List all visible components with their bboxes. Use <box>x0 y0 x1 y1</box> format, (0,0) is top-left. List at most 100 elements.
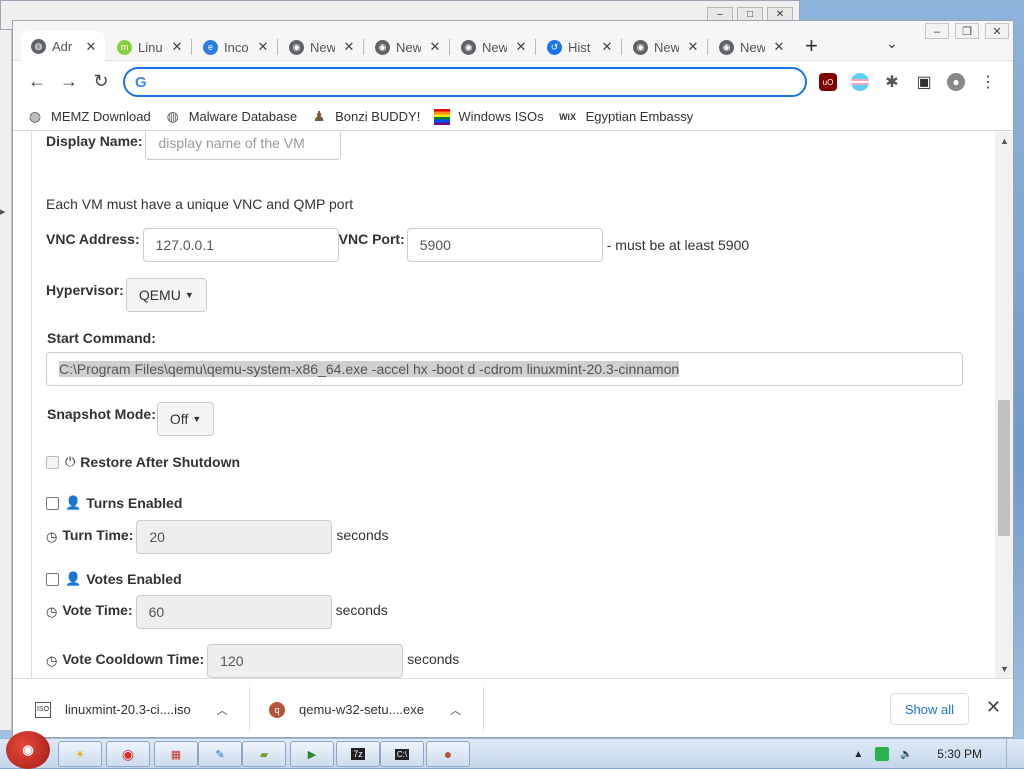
votes-enabled-checkbox[interactable] <box>46 572 59 586</box>
clock-icon: ◷ <box>46 604 58 619</box>
reload-icon[interactable]: ↻ <box>89 71 113 92</box>
hypervisor-dropdown[interactable]: QEMU ▼ <box>125 278 207 312</box>
chevron-up-icon[interactable]: ︿ <box>217 702 228 718</box>
taskbar-7zip[interactable]: 7z <box>336 741 380 767</box>
close-icon[interactable]: ✕ <box>985 23 1009 39</box>
hypervisor-value: QEMU <box>138 287 181 303</box>
clock[interactable]: 5:30 PM <box>923 747 996 761</box>
tab-label: New <box>654 39 679 55</box>
vnc-address-input[interactable]: 127.0.0.1 <box>142 228 339 262</box>
close-icon[interactable]: ✕ <box>986 697 1001 718</box>
tab-2[interactable]: e Inco ✕ <box>193 33 277 61</box>
address-input[interactable] <box>156 73 805 91</box>
back-arrow-icon[interactable]: ← <box>25 71 49 92</box>
taskbar-cmd[interactable]: C:\ <box>380 741 424 767</box>
bookmark-malware-database[interactable]: ◍ Malware Database <box>165 108 298 125</box>
close-icon[interactable]: ✕ <box>771 39 787 55</box>
close-icon[interactable]: ✕ <box>169 39 185 55</box>
vnc-port-hint: - must be at least 5900 <box>606 237 750 253</box>
tab-8[interactable]: ◉ New ✕ <box>709 33 793 61</box>
bookmark-memz[interactable]: ◍ MEMZ Download <box>27 108 151 125</box>
display-name-input[interactable]: display name of the VM <box>145 132 342 160</box>
snapshot-mode-value: Off <box>169 411 189 427</box>
taskbar-chrome[interactable]: ◉ <box>106 741 150 767</box>
snapshot-mode-dropdown[interactable]: Off ▼ <box>156 402 215 436</box>
rainbow-flag-icon <box>434 108 451 125</box>
close-icon[interactable]: ✕ <box>255 39 271 55</box>
scroll-thumb[interactable] <box>998 400 1010 536</box>
restore-icon[interactable]: ❐ <box>955 23 979 39</box>
clock-icon: ◷ <box>46 529 58 544</box>
new-tab-button[interactable]: + <box>805 35 818 57</box>
scroll-up-icon[interactable]: ▲ <box>1000 136 1009 146</box>
show-all-downloads-button[interactable]: Show all <box>889 693 969 725</box>
minimize-icon[interactable]: – <box>925 23 949 39</box>
close-icon[interactable]: ✕ <box>685 39 701 55</box>
bookmarks-bar: ◍ MEMZ Download ◍ Malware Database ♟ Bon… <box>13 103 1013 131</box>
close-icon[interactable]: ✕ <box>83 39 99 55</box>
ublock-icon[interactable]: uO <box>819 73 837 91</box>
tab-7[interactable]: ◉ New ✕ <box>623 33 707 61</box>
forward-arrow-icon[interactable]: → <box>57 71 81 92</box>
caret-down-icon: ▼ <box>192 414 202 424</box>
taskbar-qemu[interactable]: ● <box>426 741 470 767</box>
chevron-up-icon[interactable]: ▲ <box>851 747 865 761</box>
start-command-input[interactable]: C:\Program Files\qemu\qemu-system-x86_64… <box>46 352 963 386</box>
globe-icon: ◍ <box>28 108 42 124</box>
scroll-down-icon[interactable]: ▼ <box>1000 664 1009 674</box>
mint-icon: m <box>117 39 132 55</box>
bookmark-bonzi-buddy[interactable]: ♟ Bonzi BUDDY! <box>311 108 421 125</box>
bookmark-label: Egyptian Embassy <box>585 109 694 124</box>
display-name-label: Display Name: <box>46 133 143 149</box>
taskbar-app[interactable]: ▰ <box>242 741 286 767</box>
battery-icon[interactable] <box>875 747 890 761</box>
download-item[interactable]: ISO linuxmint-20.3-ci....iso ︿ <box>13 679 228 737</box>
side-panel-icon[interactable]: ▣ <box>915 73 933 91</box>
close-icon[interactable]: ✕ <box>341 39 357 55</box>
flag-extension-icon[interactable] <box>851 73 869 91</box>
download-item[interactable]: q qemu-w32-setu....exe ︿ <box>247 679 461 737</box>
bookmark-egyptian-embassy[interactable]: WiX Egyptian Embassy <box>558 109 694 125</box>
taskbar-explorer[interactable]: ☀ <box>58 741 102 767</box>
turns-enabled-checkbox[interactable] <box>46 496 59 510</box>
close-icon[interactable]: ✕ <box>513 39 529 55</box>
start-button[interactable]: ◉ <box>6 731 50 769</box>
turn-time-input[interactable]: 20 <box>136 520 333 554</box>
tab-6[interactable]: ↺ Hist ✕ <box>537 33 621 61</box>
tab-1[interactable]: m Linu ✕ <box>107 33 191 61</box>
close-icon[interactable]: ✕ <box>599 39 615 55</box>
vote-time-input[interactable]: 60 <box>135 595 332 629</box>
vote-cooldown-input[interactable]: 120 <box>207 644 404 678</box>
vnc-port-input[interactable]: 5900 <box>406 228 603 262</box>
votes-enabled-label: Votes Enabled <box>86 571 182 587</box>
tab-label: Inco <box>224 39 249 55</box>
globe-icon: ◍ <box>31 39 46 54</box>
tab-5[interactable]: ◉ New ✕ <box>451 33 535 61</box>
page-scrollbar[interactable]: ▲ ▼ <box>995 132 1013 678</box>
restore-after-shutdown-checkbox[interactable] <box>46 455 59 469</box>
angry-bird-icon: ◉ <box>22 742 34 757</box>
volume-icon[interactable]: 🔈 <box>899 747 913 761</box>
chevron-up-icon[interactable]: ︿ <box>450 702 461 718</box>
seconds-label: seconds <box>335 602 388 618</box>
turns-enabled-label: Turns Enabled <box>86 495 183 511</box>
tab-3[interactable]: ◉ New ✕ <box>279 33 363 61</box>
address-bar[interactable]: G <box>123 67 807 97</box>
taskbar-app[interactable]: ▦ <box>154 741 198 767</box>
bookmark-label: Malware Database <box>188 109 298 124</box>
taskbar-app[interactable]: ▶ <box>290 741 334 767</box>
menu-kebab-icon[interactable]: ⋮ <box>979 73 997 91</box>
caret-down-icon: ▼ <box>184 290 194 300</box>
tab-search-chevron-icon[interactable]: ⌄ <box>886 35 898 52</box>
bookmark-windows-isos[interactable]: Windows ISOs <box>434 108 544 125</box>
tab-0[interactable]: ◍ Adr ✕ <box>21 31 105 62</box>
turn-time-label: Turn Time: <box>62 527 134 543</box>
profile-avatar-icon[interactable]: ● <box>947 73 965 91</box>
tab-4[interactable]: ◉ New ✕ <box>365 33 449 61</box>
tab-label: New <box>310 39 335 55</box>
puzzle-extensions-icon[interactable]: ✱ <box>883 73 901 91</box>
show-desktop-button[interactable] <box>1006 739 1016 769</box>
taskbar-app[interactable]: ✎ <box>198 741 242 767</box>
download-filename: qemu-w32-setu....exe <box>299 702 425 717</box>
close-icon[interactable]: ✕ <box>427 39 443 55</box>
